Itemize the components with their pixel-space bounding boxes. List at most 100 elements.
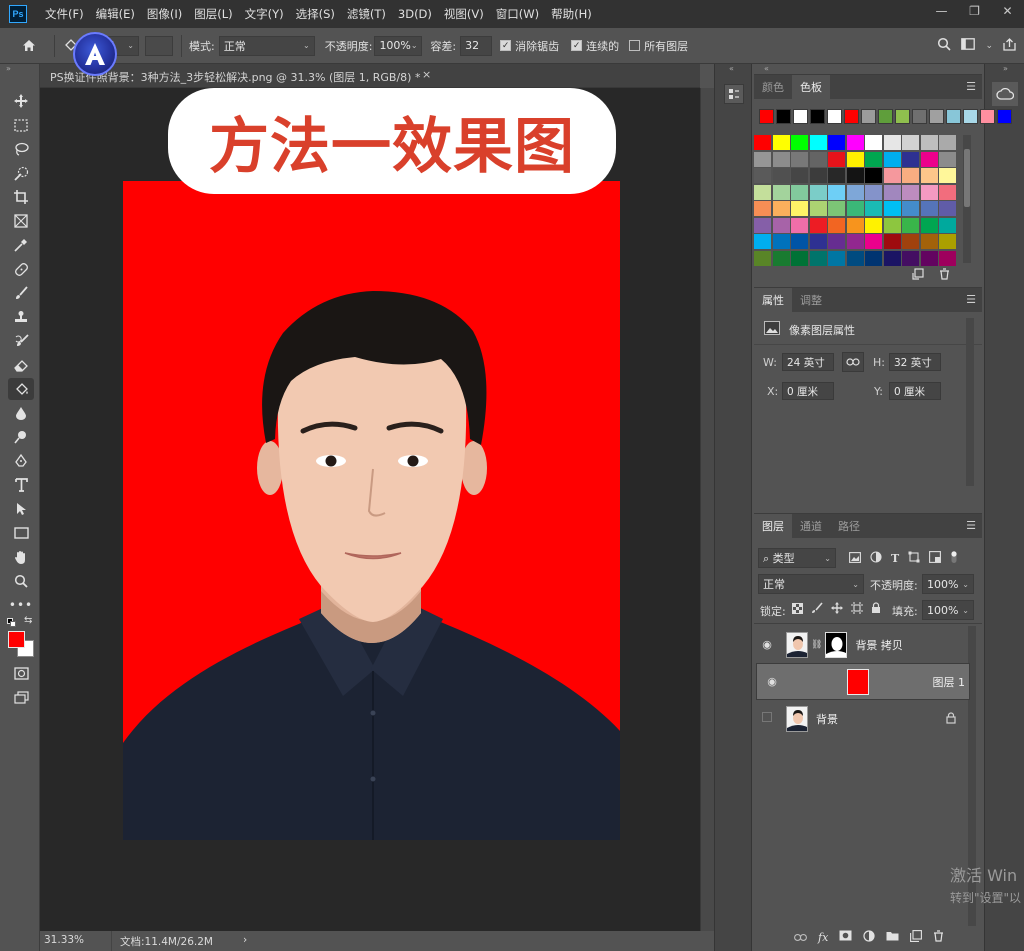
swatch[interactable] [902,151,919,167]
quick-mask-tool[interactable] [8,662,34,684]
document-tab[interactable]: PS换证件照背景：3种方法_3步轻松解决.png @ 31.3% (图层 1, … [40,64,700,88]
swatch[interactable] [828,201,845,216]
workspace-icon[interactable] [961,38,976,53]
layer-opacity-field[interactable]: 100% ⌄ [922,574,974,594]
minimize-button[interactable]: — [925,0,958,22]
swatch[interactable] [865,217,882,233]
menu-type[interactable]: 文字(Y) [245,6,284,22]
swatch[interactable] [791,201,808,216]
swatch[interactable] [865,184,882,200]
swatch[interactable] [772,135,790,150]
menu-view[interactable]: 视图(V) [444,6,484,22]
layer-filter-select[interactable]: ⌕ 类型 ⌄ [758,548,836,568]
swatch[interactable] [865,201,882,216]
blend-mode-select[interactable]: 正常 ⌄ [758,574,864,594]
close-tab-icon[interactable]: × [422,68,431,81]
layer-name[interactable]: 图层 1 [933,674,966,690]
contiguous-checkbox[interactable]: ✓ [571,40,583,51]
fill-field[interactable]: 100% ⌄ [922,600,974,620]
healing-brush-tool[interactable] [8,258,34,280]
menu-help[interactable]: 帮助(H) [551,6,592,22]
swatch[interactable] [846,168,864,183]
lock-pixels-icon[interactable] [811,602,823,617]
new-layer-icon[interactable] [910,929,923,945]
swatch[interactable] [883,168,901,183]
menu-select[interactable]: 选择(S) [296,6,335,22]
history-panel-icon[interactable] [724,84,744,104]
tab-adjustments[interactable]: 调整 [792,288,830,312]
tab-paths[interactable]: 路径 [830,514,868,538]
recent-swatch[interactable] [861,109,876,124]
lock-artboard-icon[interactable] [851,602,863,617]
swatch[interactable] [791,184,808,200]
pattern-picker[interactable] [145,35,173,56]
recent-swatch[interactable] [963,109,978,124]
history-brush-tool[interactable] [8,330,34,352]
canvas-area[interactable]: 方法一效果图 [40,32,700,931]
swatch[interactable] [754,168,771,183]
chain-link-icon[interactable]: ⛓ [811,640,822,650]
recent-swatch[interactable] [929,109,944,124]
swatch[interactable] [920,250,938,266]
dock-collapse-icon[interactable]: « [764,64,769,73]
delete-layer-icon[interactable] [933,929,944,945]
y-field[interactable]: 0 厘米 [889,382,941,400]
swatch[interactable] [791,234,808,249]
swatch-scrollbar[interactable] [963,135,971,263]
swatch[interactable] [828,234,845,249]
swatch[interactable] [828,217,845,233]
swatch[interactable] [865,168,882,183]
swatch[interactable] [902,217,919,233]
tab-layers[interactable]: 图层 [754,514,792,538]
swatch[interactable] [772,250,790,266]
lock-position-icon[interactable] [831,602,843,617]
swatch[interactable] [754,151,771,167]
lock-all-icon[interactable] [871,602,881,617]
swatch[interactable] [809,184,827,200]
recent-swatch[interactable] [878,109,893,124]
visibility-eye-icon[interactable]: ◉ [761,675,783,688]
swatch[interactable] [939,135,956,150]
swatch[interactable] [809,168,827,183]
swatch[interactable] [939,168,956,183]
default-colors-icon[interactable] [7,618,16,627]
paint-bucket-tool[interactable] [8,378,34,400]
dock-expand-icon[interactable]: » [1003,64,1008,73]
pen-tool[interactable] [8,450,34,472]
swatch[interactable] [828,135,845,150]
rectangle-tool[interactable] [8,522,34,544]
crop-tool[interactable] [8,186,34,208]
screen-mode-tool[interactable] [8,686,34,708]
frame-tool[interactable] [8,210,34,232]
swatch[interactable] [865,234,882,249]
width-field[interactable]: 24 英寸 [782,353,834,371]
swatch[interactable] [846,151,864,167]
swatch[interactable] [883,151,901,167]
swatch[interactable] [865,135,882,150]
swatch[interactable] [754,250,771,266]
link-dimensions-icon[interactable] [842,352,864,372]
swatch[interactable] [809,201,827,216]
swatch[interactable] [865,151,882,167]
swatch[interactable] [939,234,956,249]
opacity-field[interactable]: 100% ⌄ [374,35,423,56]
add-mask-icon[interactable] [839,930,852,944]
more-tools[interactable]: ••• [8,594,34,616]
new-adjustment-icon[interactable] [863,929,875,945]
menu-file[interactable]: 文件(F) [45,6,84,22]
swatch[interactable] [828,151,845,167]
layer-mask-thumbnail[interactable] [825,631,848,658]
swatch[interactable] [791,135,808,150]
layer-name[interactable]: 背景 拷贝 [855,637,903,653]
share-icon[interactable] [1003,37,1016,54]
menu-edit[interactable]: 编辑(E) [96,6,135,22]
height-field[interactable]: 32 英寸 [889,353,941,371]
swatch[interactable] [754,135,771,150]
path-select-tool[interactable] [8,498,34,520]
quick-select-tool[interactable] [8,162,34,184]
swatch[interactable] [754,201,771,216]
swatch[interactable] [902,168,919,183]
swatch[interactable] [791,250,808,266]
tab-color[interactable]: 颜色 [754,75,792,99]
swatch[interactable] [920,151,938,167]
